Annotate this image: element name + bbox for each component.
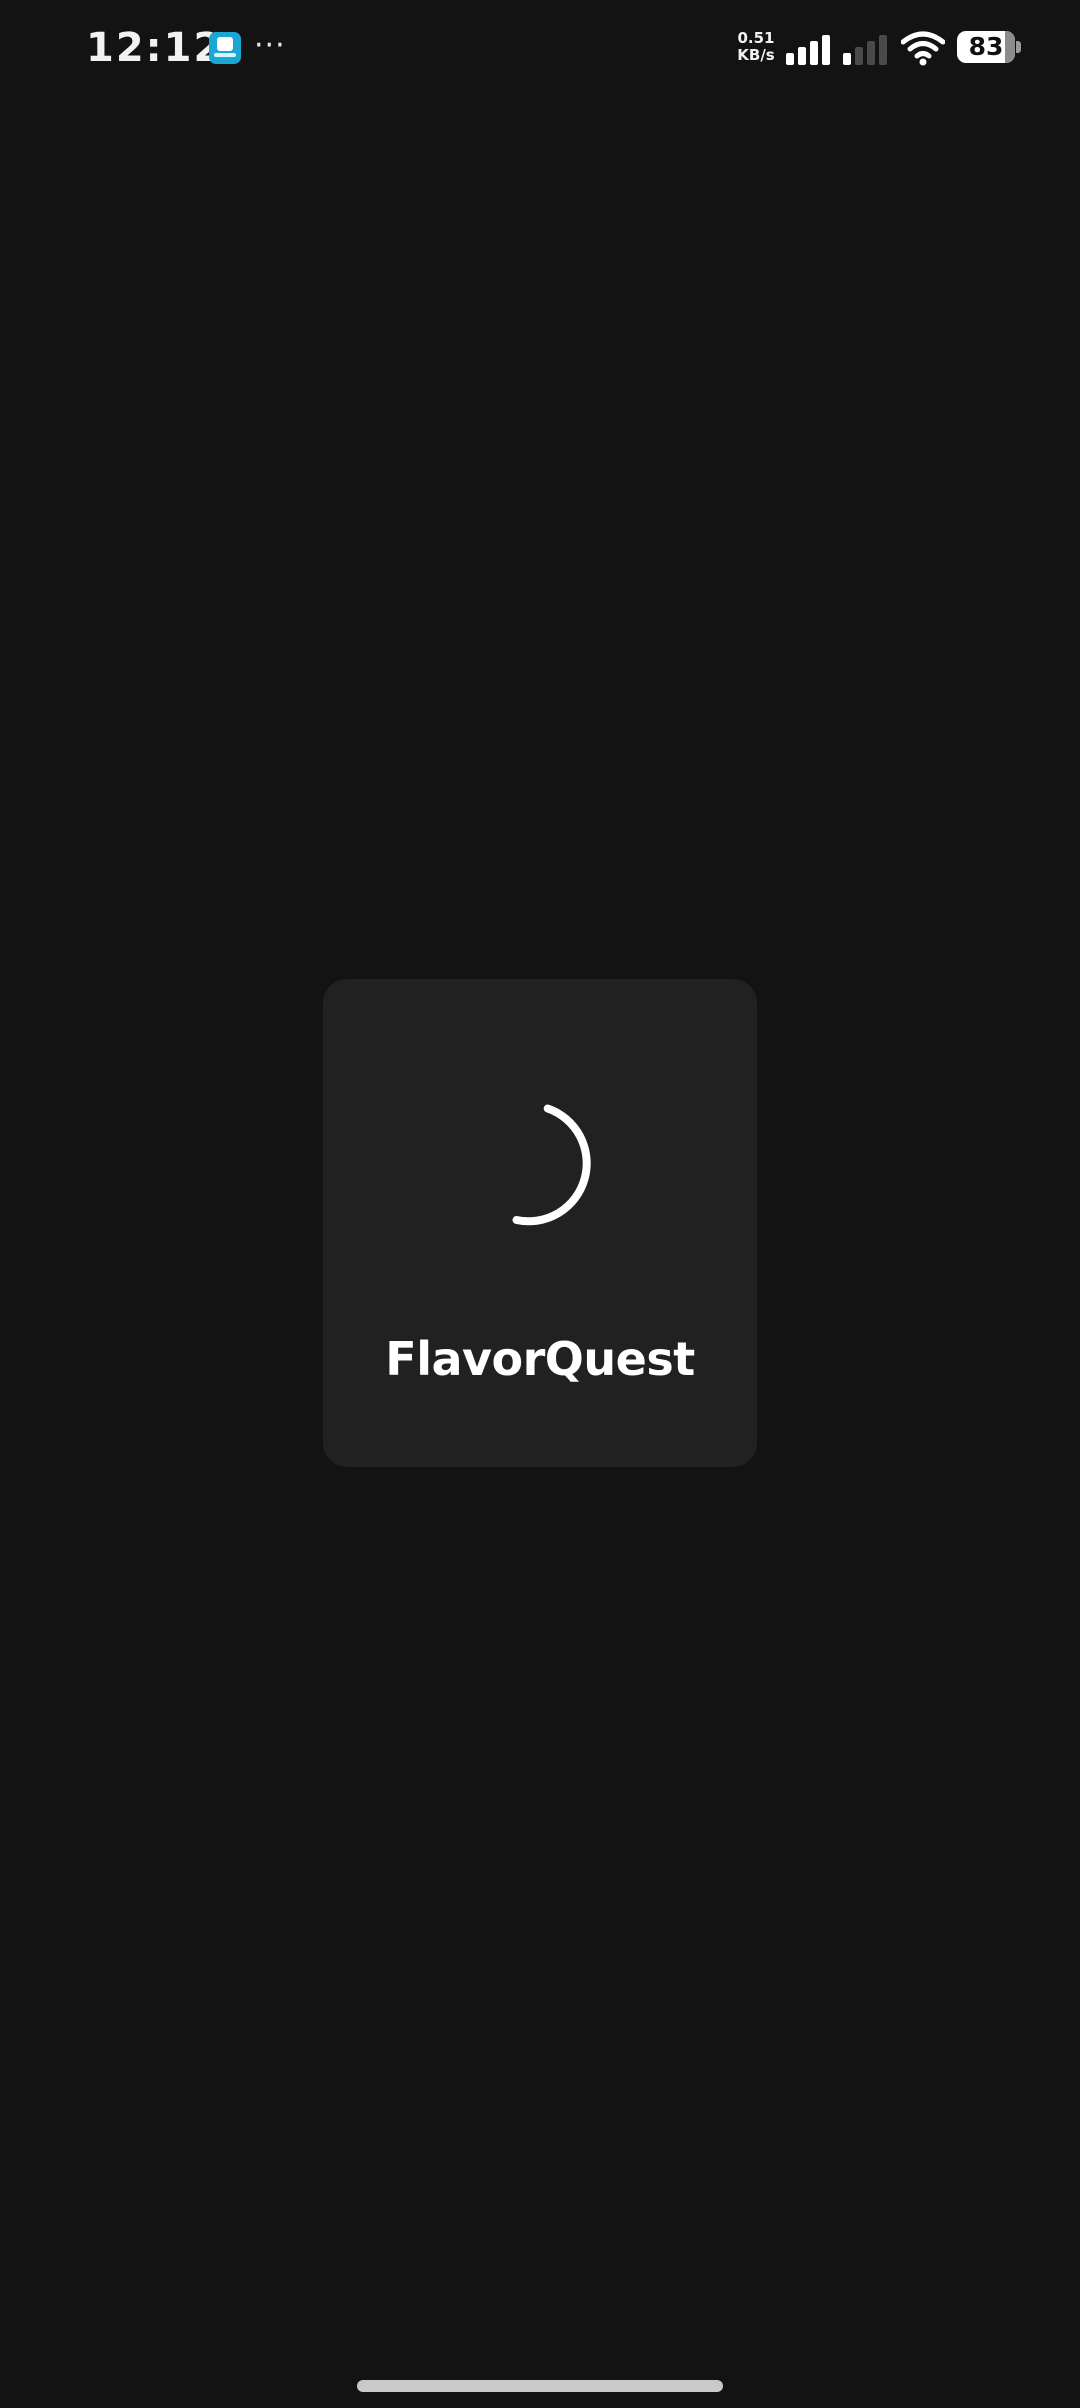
cellular-signal-icon-sim2 [843, 33, 891, 65]
signal-bar [843, 53, 851, 65]
signal-bar [822, 35, 830, 65]
app-notification-icon-glyph [217, 37, 233, 51]
signal-bar [798, 47, 806, 65]
battery-icon: 83 [957, 31, 1015, 63]
network-speed-value: 0.51 [737, 29, 775, 47]
signal-bar [855, 47, 863, 65]
more-notifications-icon: ··· [254, 28, 286, 63]
signal-bar [810, 41, 818, 65]
cellular-signal-icon-sim1 [786, 33, 834, 65]
signal-bar [879, 35, 887, 65]
battery-tip [1016, 41, 1021, 53]
splash-card: FlavorQuest [323, 979, 757, 1467]
app-name: FlavorQuest [385, 1332, 695, 1386]
app-notification-icon-text-mark [214, 53, 236, 57]
network-speed-unit: KB/s [737, 46, 775, 64]
loading-spinner-icon [512, 1104, 591, 1226]
network-speed: 0.51 KB/s [734, 30, 778, 64]
wifi-icon [901, 31, 945, 66]
status-time: 12:12 [86, 25, 224, 71]
battery-percent: 83 [968, 32, 1004, 61]
signal-bar [867, 41, 875, 65]
status-bar: 12:12 ··· 0.51 KB/s 83 [0, 0, 1080, 96]
home-indicator[interactable] [357, 2380, 723, 2392]
signal-bar [786, 53, 794, 65]
screen: 12:12 ··· 0.51 KB/s 83 FlavorQuest [0, 0, 1080, 2408]
app-notification-icon [209, 32, 241, 64]
